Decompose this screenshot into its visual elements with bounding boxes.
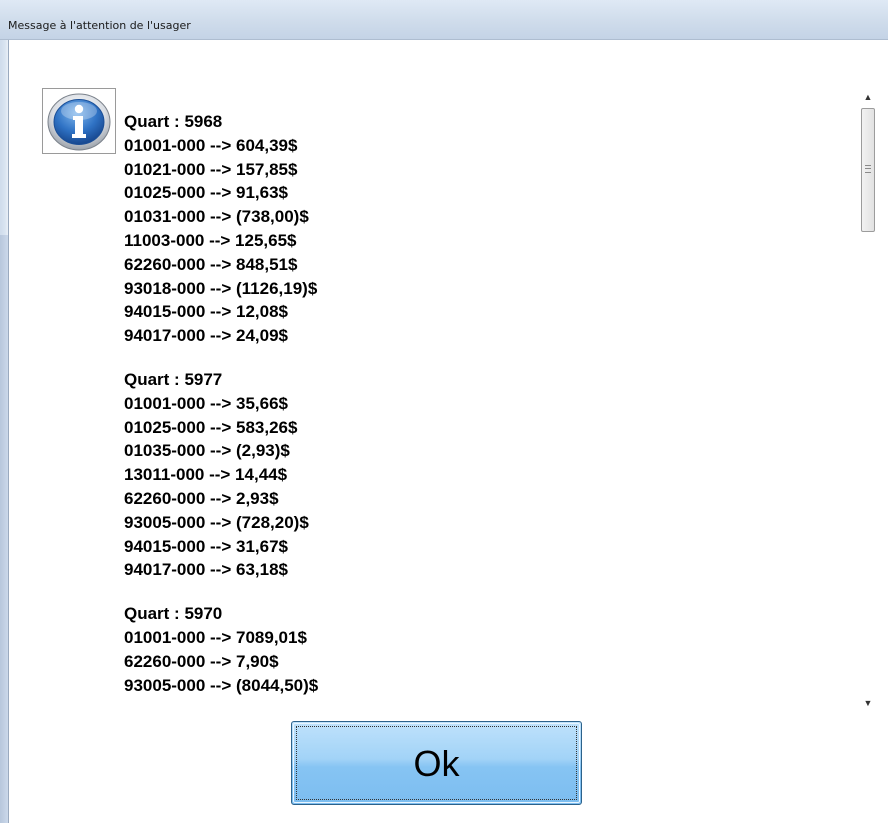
account-line: 01025-000 --> 583,26$	[124, 417, 298, 437]
account-line: 94015-000 --> 12,08$	[124, 302, 288, 322]
account-line: 94015-000 --> 31,67$	[124, 536, 288, 556]
info-icon-graphic	[47, 93, 111, 151]
account-line: 93005-000 --> (8044,50)$	[124, 675, 319, 695]
info-icon	[42, 88, 116, 154]
shift-header: Quart : 5968	[124, 112, 223, 131]
window-title: Message à l'attention de l'usager	[8, 19, 191, 32]
account-line: 01001-000 --> 35,66$	[124, 393, 288, 413]
account-line: 01031-000 --> (738,00)$	[124, 207, 309, 227]
scroll-track[interactable]	[859, 108, 877, 692]
account-line: 13011-000 --> 14,44$	[124, 465, 288, 485]
account-line: 93018-000 --> (1126,19)$	[124, 278, 318, 298]
ok-button-label: Ok	[413, 743, 460, 784]
account-line: 01021-000 --> 157,85$	[124, 159, 298, 179]
message-dialog: Message à l'attention de l'usager Quart …	[0, 0, 888, 823]
message-text-area[interactable]: Quart : 5968 01001-000 --> 604,39$ 01021-0…	[120, 110, 850, 710]
scroll-up-arrow-icon[interactable]: ▲	[857, 86, 879, 108]
scroll-down-arrow-icon[interactable]: ▼	[857, 692, 879, 714]
grip-icon	[865, 165, 871, 173]
account-line: 94017-000 --> 24,09$	[124, 326, 288, 346]
shift-header: Quart : 5977	[124, 369, 223, 389]
account-line: 94017-000 --> 63,18$	[124, 560, 288, 580]
window-frame-shade	[0, 235, 8, 823]
account-line: 62260-000 --> 848,51$	[124, 254, 298, 274]
message-block: Quart : 5977 01001-000 --> 35,66$ 01025-00…	[120, 368, 850, 582]
ok-button[interactable]: Ok	[291, 721, 582, 805]
account-line: 62260-000 --> 7,90$	[124, 651, 279, 671]
title-bar[interactable]: Message à l'attention de l'usager	[0, 0, 888, 40]
account-line: 01035-000 --> (2,93)$	[124, 441, 290, 461]
message-block: Quart : 5968 01001-000 --> 604,39$ 01021-0…	[120, 110, 850, 348]
account-line: 62260-000 --> 2,93$	[124, 488, 279, 508]
account-line: 01001-000 --> 604,39$	[124, 135, 298, 155]
scroll-thumb[interactable]	[861, 108, 875, 232]
account-line: 11003-000 --> 125,65$	[124, 230, 297, 250]
account-line: 01001-000 --> 7089,01$	[124, 627, 307, 647]
message-block: Quart : 5970 01001-000 --> 7089,01$ 62260-…	[120, 602, 850, 697]
shift-header: Quart : 5970	[124, 604, 223, 624]
vertical-scrollbar[interactable]: ▲ ▼	[857, 86, 879, 714]
account-line: 93005-000 --> (728,20)$	[124, 512, 309, 532]
account-line: 01025-000 --> 91,63$	[124, 183, 288, 203]
